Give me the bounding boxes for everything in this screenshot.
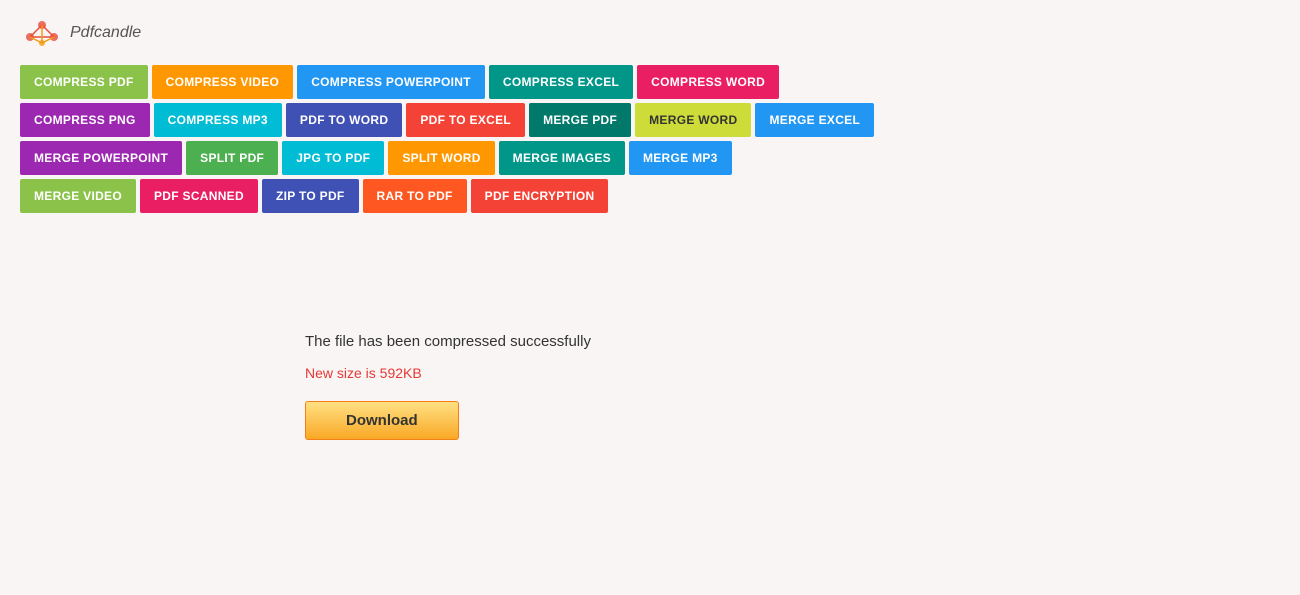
nav-zip-to-pdf[interactable]: ZIP TO PDF [262, 179, 359, 213]
nav-row-3: MERGE POWERPOINT SPLIT PDF JPG TO PDF SP… [20, 141, 1280, 175]
nav-merge-mp3[interactable]: MERGE MP3 [629, 141, 732, 175]
download-button[interactable]: Download [305, 401, 459, 440]
nav-row-4: MERGE VIDEO PDF SCANNED ZIP TO PDF RAR T… [20, 179, 1280, 213]
nav-menu: COMPRESS PDF COMPRESS VIDEO COMPRESS POW… [0, 65, 1300, 213]
nav-compress-mp3[interactable]: COMPRESS MP3 [154, 103, 282, 137]
main-content: The file has been compressed successfull… [0, 293, 1300, 480]
nav-pdf-to-excel[interactable]: PDF TO EXCEL [406, 103, 525, 137]
nav-merge-video[interactable]: MERGE VIDEO [20, 179, 136, 213]
nav-split-pdf[interactable]: SPLIT PDF [186, 141, 278, 175]
nav-compress-excel[interactable]: COMPRESS EXCEL [489, 65, 633, 99]
nav-pdf-scanned[interactable]: PDF SCANNED [140, 179, 258, 213]
nav-compress-pdf[interactable]: COMPRESS PDF [20, 65, 148, 99]
size-label: New size is 592KB [305, 365, 1280, 381]
success-section: The file has been compressed successfull… [305, 333, 1280, 440]
nav-merge-pdf[interactable]: MERGE PDF [529, 103, 631, 137]
nav-rar-to-pdf[interactable]: RAR TO PDF [363, 179, 467, 213]
nav-compress-video[interactable]: COMPRESS VIDEO [152, 65, 294, 99]
nav-merge-images[interactable]: MERGE IMAGES [499, 141, 625, 175]
nav-row-1: COMPRESS PDF COMPRESS VIDEO COMPRESS POW… [20, 65, 1280, 99]
nav-compress-png[interactable]: COMPRESS PNG [20, 103, 150, 137]
nav-compress-word[interactable]: COMPRESS WORD [637, 65, 779, 99]
logo-text: Pdfcandle [70, 24, 141, 42]
nav-jpg-to-pdf[interactable]: JPG TO PDF [282, 141, 384, 175]
nav-merge-excel[interactable]: MERGE EXCEL [755, 103, 874, 137]
nav-pdf-encryption[interactable]: PDF ENCRYPTION [471, 179, 609, 213]
nav-merge-powerpoint[interactable]: MERGE POWERPOINT [20, 141, 182, 175]
success-message: The file has been compressed successfull… [305, 333, 1280, 350]
nav-split-word[interactable]: SPLIT WORD [388, 141, 494, 175]
nav-row-2: COMPRESS PNG COMPRESS MP3 PDF TO WORD PD… [20, 103, 1280, 137]
nav-merge-word[interactable]: MERGE WORD [635, 103, 751, 137]
logo-icon [20, 15, 65, 50]
nav-pdf-to-word[interactable]: PDF TO WORD [286, 103, 402, 137]
logo: Pdfcandle [20, 15, 1280, 50]
nav-compress-powerpoint[interactable]: COMPRESS POWERPOINT [297, 65, 485, 99]
